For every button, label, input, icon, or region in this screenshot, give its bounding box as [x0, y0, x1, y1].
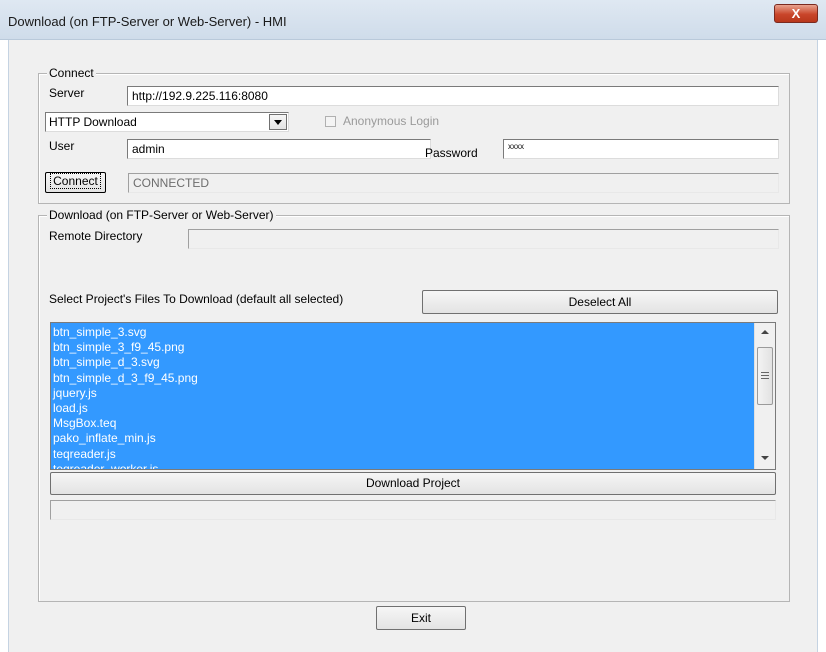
file-list-items: btn_simple_3.svg btn_simple_3_f9_45.png …	[51, 325, 753, 469]
list-item[interactable]: load.js	[51, 401, 753, 416]
list-item[interactable]: teqreader_worker.js	[51, 462, 753, 469]
list-item[interactable]: btn_simple_3.svg	[51, 325, 753, 340]
protocol-select[interactable]: HTTP Download	[45, 112, 289, 132]
download-progress-bar	[50, 500, 776, 520]
list-item[interactable]: pako_inflate_min.js	[51, 431, 753, 446]
remote-directory-field	[188, 229, 779, 249]
user-label: User	[49, 139, 75, 153]
user-input[interactable]: admin	[127, 139, 431, 159]
protocol-dropdown-button[interactable]	[269, 114, 287, 130]
scroll-down-icon[interactable]	[759, 453, 771, 463]
connection-status-field: CONNECTED	[128, 173, 779, 193]
connect-button-label: Connect	[50, 173, 101, 189]
password-label: Password	[425, 146, 478, 160]
select-files-label: Select Project's Files To Download (defa…	[49, 292, 344, 306]
close-icon: X	[791, 6, 801, 21]
title-bar[interactable]: Download (on FTP-Server or Web-Server) -…	[0, 0, 826, 40]
connect-group-legend: Connect	[47, 66, 96, 80]
list-item[interactable]: btn_simple_d_3.svg	[51, 355, 753, 370]
remote-directory-label: Remote Directory	[49, 229, 143, 243]
scrollbar-thumb[interactable]	[757, 347, 773, 405]
list-item[interactable]: jquery.js	[51, 386, 753, 401]
list-item[interactable]: MsgBox.teq	[51, 416, 753, 431]
download-project-button[interactable]: Download Project	[50, 472, 776, 495]
server-label: Server	[49, 86, 85, 100]
anonymous-login-checkbox[interactable]	[325, 116, 336, 127]
download-group-legend: Download (on FTP-Server or Web-Server)	[47, 208, 276, 222]
file-list[interactable]: btn_simple_3.svg btn_simple_3_f9_45.png …	[50, 322, 776, 470]
scroll-grip-icon	[761, 372, 769, 379]
close-button[interactable]: X	[774, 4, 818, 23]
password-input[interactable]: xxxx	[503, 139, 779, 159]
file-list-scrollbar[interactable]	[754, 323, 775, 469]
protocol-selected-value: HTTP Download	[49, 115, 137, 129]
exit-button[interactable]: Exit	[376, 606, 466, 630]
scroll-up-icon[interactable]	[759, 327, 771, 337]
deselect-all-button[interactable]: Deselect All	[422, 290, 778, 314]
window-title: Download (on FTP-Server or Web-Server) -…	[8, 14, 287, 29]
anonymous-login-label: Anonymous Login	[343, 114, 440, 128]
dropdown-arrow-icon	[274, 120, 282, 125]
connect-button[interactable]: Connect	[45, 172, 106, 193]
list-item[interactable]: btn_simple_d_3_f9_45.png	[51, 371, 753, 386]
server-input[interactable]: http://192.9.225.116:8080	[127, 86, 779, 106]
list-item[interactable]: teqreader.js	[51, 447, 753, 462]
list-item[interactable]: btn_simple_3_f9_45.png	[51, 340, 753, 355]
